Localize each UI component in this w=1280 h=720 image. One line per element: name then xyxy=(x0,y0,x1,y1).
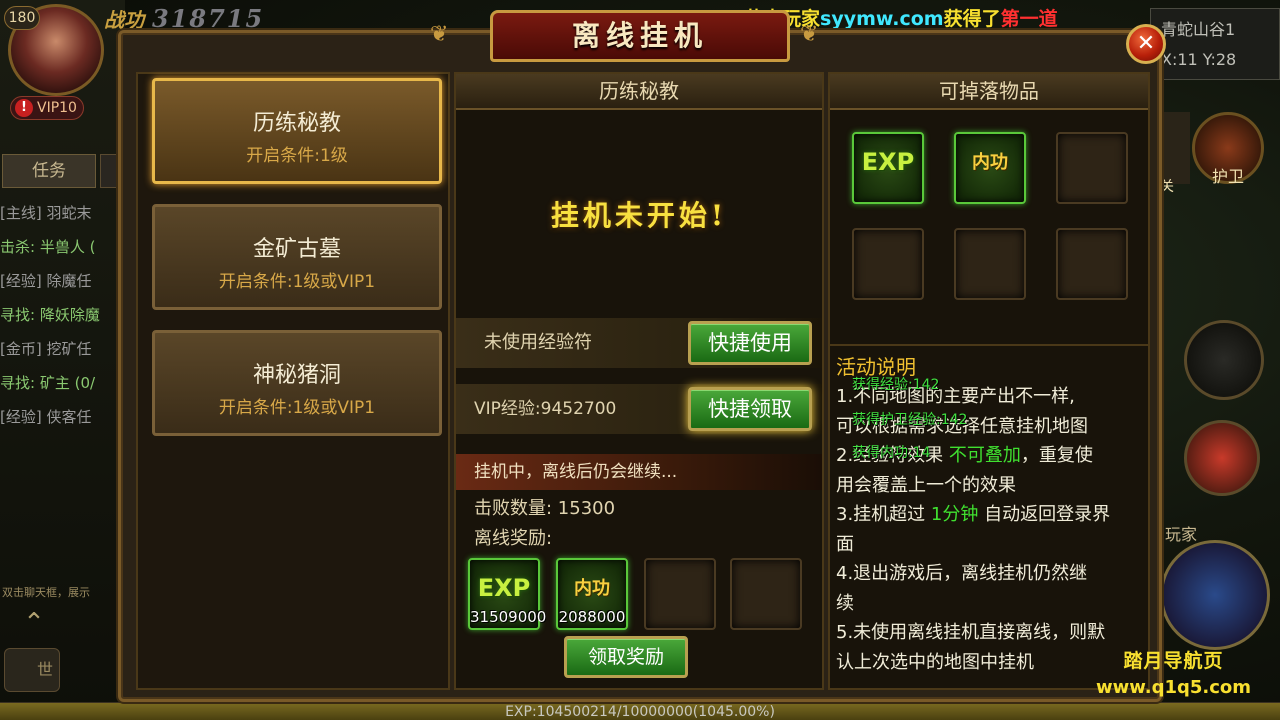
reward-count: 31509000 xyxy=(470,608,547,626)
desc-line: 用会覆盖上一个的效果 xyxy=(836,471,1142,501)
quest-list[interactable]: [主线] 羽蛇末 击杀: 半兽人 ([经验] 除魔任 寻找: 降妖除魔 [金币] 挖矿… xyxy=(0,196,124,434)
exp-text: EXP:104500214/10000000(1045.00%) xyxy=(505,704,775,720)
player-button[interactable]: 玩家 xyxy=(1160,525,1270,650)
quest-item[interactable]: [经验] 除魔任 xyxy=(0,264,124,298)
drop-slot-exp[interactable]: EXP xyxy=(852,132,924,204)
map-name: 历练秘教 xyxy=(252,111,341,136)
drop-slot-empty xyxy=(1056,228,1128,300)
quick-claim-button[interactable]: 快捷领取 xyxy=(688,387,812,431)
map-condition: 开启条件:1级或VIP1 xyxy=(218,272,376,292)
desc-text: 用会覆盖上一个的效果 xyxy=(836,474,1016,496)
map-item-lilian[interactable]: 历练秘教 开启条件:1级 xyxy=(152,78,442,184)
quest-item[interactable]: 寻找: 降妖除魔 xyxy=(0,298,124,332)
claim-reward-button[interactable]: 领取奖励 xyxy=(564,636,688,678)
exp-icon: EXP xyxy=(477,574,531,602)
desc-line: 续 xyxy=(836,589,1142,619)
broadcast-item: 第一道 xyxy=(1000,8,1058,30)
combat-power: 战功 318715 xyxy=(104,4,264,33)
drops-header: 可掉落物品 xyxy=(830,74,1148,110)
chat-hint: 双击聊天框，展示 xyxy=(2,586,90,599)
drop-slot-empty xyxy=(852,228,924,300)
vip-exp-label: VIP经验:9452700 xyxy=(474,399,617,419)
quest-item[interactable]: [主线] 羽蛇末 xyxy=(0,196,124,230)
float-message: 获得经验:142 xyxy=(852,377,940,393)
quick-use-button[interactable]: 快捷使用 xyxy=(688,321,812,365)
exp-bar: EXP:104500214/10000000(1045.00%) xyxy=(0,702,1280,720)
game-screen: 180 VIP10 战功318715 任务 [主线] 羽蛇末击杀: 半兽人 ([… xyxy=(0,0,1280,720)
drop-slot-empty xyxy=(954,228,1026,300)
vip-badge[interactable]: VIP10 xyxy=(10,96,84,120)
desc-highlight: 1分钟 xyxy=(930,504,979,525)
desc-line: 3.挂机超过 1分钟 自动返回登录界 xyxy=(836,500,1142,530)
float-message: 获得护卫经验:142 xyxy=(852,412,968,428)
desc-text: 自动返回登录界 xyxy=(978,504,1111,525)
exp-scroll-label: 未使用经验符 xyxy=(484,332,592,353)
reward-slot-empty xyxy=(730,558,802,630)
map-name: 青蛇山谷1 xyxy=(1161,20,1236,39)
quest-item[interactable]: [金币] 挖矿任 xyxy=(0,332,124,366)
guard-button[interactable]: 护卫 xyxy=(1192,112,1264,186)
map-coords: X:11 Y:28 xyxy=(1161,50,1237,69)
kills-count: 击败数量: 15300 xyxy=(474,498,616,519)
desc-text: 面 xyxy=(836,533,854,555)
reward-slot-empty xyxy=(644,558,716,630)
system-broadcast: 恭喜玩家syymw.com获得了第一道 xyxy=(744,4,1058,31)
reward-slot-exp[interactable]: EXP 31509000 xyxy=(468,558,547,630)
activity-button[interactable] xyxy=(1184,420,1260,496)
desc-text: ，重复使 xyxy=(1020,445,1093,466)
map-condition: 开启条件:1级 xyxy=(246,146,348,166)
drop-grid: EXP 内功 xyxy=(830,112,1148,342)
map-name: 神秘猪洞 xyxy=(252,363,341,388)
desc-text: 认上次选中的地图中挂机 xyxy=(836,651,1034,673)
desc-text: 3.挂机超过 xyxy=(836,504,931,525)
tab-tasks[interactable]: 任务 xyxy=(2,154,96,188)
close-icon[interactable]: ✕ xyxy=(1126,24,1166,64)
player-label: 玩家 xyxy=(1165,525,1198,544)
map-item-jinkuang[interactable]: 金矿古墓 开启条件:1级或VIP1 xyxy=(152,204,442,310)
combat-label: 战功 xyxy=(104,8,144,32)
side-button[interactable]: 关 xyxy=(1160,112,1190,195)
watermark-line2: www.q1q5.com xyxy=(1096,677,1252,698)
reward-count: 2088000 xyxy=(558,608,626,626)
desc-text: 4.退出游戏后，离线挂机仍然继 xyxy=(836,563,1088,584)
drop-slot-neigong[interactable]: 内功 xyxy=(954,132,1026,204)
broadcast-part: 获得了 xyxy=(943,8,1001,30)
desc-line: 5.未使用离线挂机直接离线，则默 xyxy=(836,618,1142,648)
chevron-up-icon[interactable]: ⌃ xyxy=(14,608,54,638)
neigong-icon: 内功 xyxy=(574,578,610,599)
watermark-line1: 踏月导航页 xyxy=(1123,650,1224,672)
quest-item[interactable]: 击杀: 半兽人 ( xyxy=(0,230,124,264)
map-name: 金矿古墓 xyxy=(252,237,341,262)
quest-item[interactable]: 寻找: 矿主 (0/ xyxy=(0,366,124,400)
skill-button[interactable] xyxy=(1184,320,1264,400)
exp-icon: EXP xyxy=(861,148,915,176)
drop-slot-empty xyxy=(1056,132,1128,204)
reward-slot-neigong[interactable]: 内功 2088000 xyxy=(556,558,628,630)
desc-text: 5.未使用离线挂机直接离线，则默 xyxy=(836,622,1106,643)
float-message: 获得内功:14 xyxy=(852,445,931,461)
voice-chat-button[interactable]: 世 xyxy=(4,648,60,692)
combat-value: 318715 xyxy=(152,4,265,33)
map-condition: 开启条件:1级或VIP1 xyxy=(218,398,376,418)
activity-description: 活动说明 1.不同地图的主要产出不一样, 可以根据需求选择任意挂机地图 2.经验符效… xyxy=(830,344,1148,690)
desc-text: 续 xyxy=(836,592,854,614)
desc-line: 面 xyxy=(836,530,1142,560)
watermark: 踏月导航页 www.q1q5.com xyxy=(1096,646,1251,698)
desc-highlight: 不可叠加 xyxy=(948,445,1021,466)
panel-title: 离线挂机 xyxy=(490,10,790,62)
level-badge: 180 xyxy=(4,6,40,30)
detail-header: 历练秘教 xyxy=(456,74,822,110)
idle-progress-text: 挂机中，离线后仍会继续... xyxy=(456,454,822,490)
title-ornament-right: ❦ xyxy=(800,22,819,47)
neigong-icon: 内功 xyxy=(972,152,1008,173)
idle-status: 挂机未开始! xyxy=(550,199,728,232)
quest-item[interactable]: [经验] 侠客任 xyxy=(0,400,124,434)
minimap-info[interactable]: 青蛇山谷1 X:11 Y:28 xyxy=(1150,8,1280,80)
map-list: 历练秘教 开启条件:1级 金矿古墓 开启条件:1级或VIP1 神秘猪洞 开启条件… xyxy=(136,72,450,690)
desc-line: 4.退出游戏后，离线挂机仍然继 xyxy=(836,559,1142,589)
rewards-label: 离线奖励: xyxy=(474,528,553,549)
map-item-shenmi[interactable]: 神秘猪洞 开启条件:1级或VIP1 xyxy=(152,330,442,436)
idle-detail: 历练秘教 挂机未开始! 未使用经验符 快捷使用 VIP经验:9452700 快捷… xyxy=(454,72,824,690)
